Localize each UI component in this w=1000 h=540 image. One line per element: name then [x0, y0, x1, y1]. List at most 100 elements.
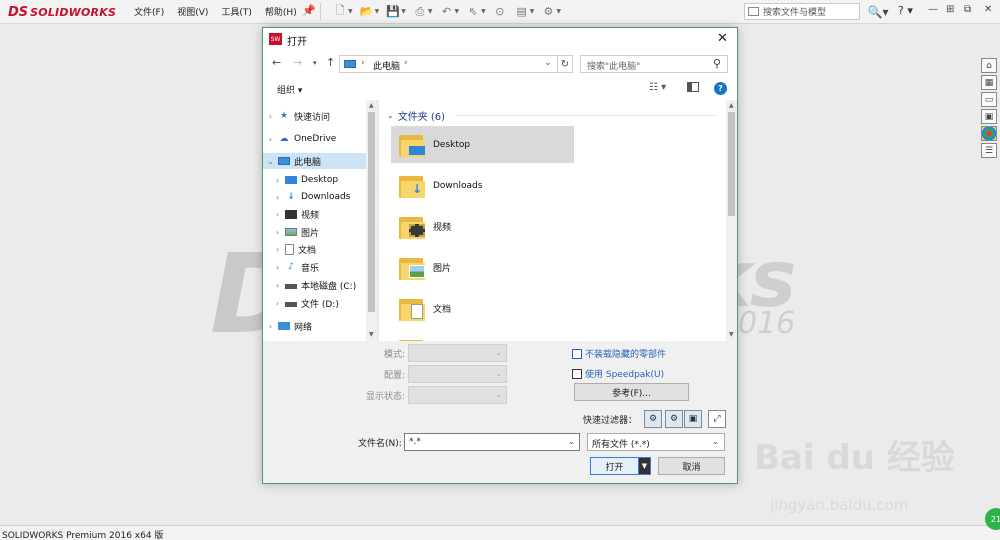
breadcrumb-separator-icon[interactable]: ›: [404, 58, 408, 68]
rebuild-icon[interactable]: ⊙: [490, 3, 510, 20]
appearances-icon[interactable]: [981, 126, 997, 141]
open-folder-icon[interactable]: 📂: [357, 3, 377, 20]
scrollbar-thumb[interactable]: [368, 112, 375, 312]
nav-item-this-pc[interactable]: ⌄ 此电脑: [263, 153, 367, 169]
solidworks-logo[interactable]: DS SOLIDWORKS: [8, 4, 116, 20]
folder-item-partial[interactable]: [391, 331, 574, 341]
menu-help[interactable]: 帮助(H): [265, 5, 297, 18]
scroll-up-icon[interactable]: ▲: [369, 102, 374, 109]
chevron-down-icon[interactable]: ⌄: [712, 437, 719, 446]
chevron-right-icon[interactable]: ›: [273, 245, 282, 254]
save-icon[interactable]: 💾: [383, 3, 403, 20]
chevron-right-icon[interactable]: ›: [266, 112, 275, 121]
chevron-down-icon[interactable]: ▼: [481, 8, 486, 15]
nav-item-onedrive[interactable]: › ☁ OneDrive: [263, 131, 367, 147]
config-select[interactable]: ⌄: [408, 365, 507, 383]
references-button[interactable]: 参考(F)...: [574, 383, 689, 401]
custom-properties-icon[interactable]: ☰: [981, 143, 997, 158]
folder-item-documents[interactable]: 文档: [391, 290, 574, 327]
mode-select[interactable]: ⌄: [408, 344, 507, 362]
chevron-down-icon[interactable]: ⌄: [568, 437, 575, 446]
folder-item-pictures[interactable]: 图片: [391, 249, 574, 286]
scrollbar-thumb[interactable]: [728, 112, 735, 216]
scroll-down-icon[interactable]: ▼: [729, 331, 734, 338]
scroll-down-icon[interactable]: ▼: [369, 331, 374, 338]
close-icon[interactable]: ✕: [984, 4, 992, 15]
nav-item-music[interactable]: › ♪ 音乐: [263, 259, 367, 275]
refresh-icon[interactable]: ↻: [557, 55, 573, 73]
menu-tools[interactable]: 工具(T): [221, 5, 252, 18]
chevron-right-icon[interactable]: ›: [266, 322, 275, 331]
nav-item-desktop[interactable]: › Desktop: [263, 172, 367, 188]
address-bar[interactable]: › 此电脑 › ⌄: [339, 55, 558, 73]
display-state-select[interactable]: ⌄: [408, 386, 507, 404]
tile-icon[interactable]: ⊞: [946, 4, 954, 15]
chevron-down-icon[interactable]: ▼: [638, 458, 650, 474]
nav-item-documents[interactable]: › 文档: [263, 241, 367, 257]
nav-item-network[interactable]: › 网络: [263, 318, 367, 334]
chevron-down-icon[interactable]: ▼: [375, 8, 380, 15]
print-icon[interactable]: ⎙: [410, 3, 430, 20]
nav-item-videos[interactable]: › 视频: [263, 206, 367, 222]
search-icon[interactable]: 🔍▾: [864, 3, 892, 20]
menu-view[interactable]: 视图(V): [177, 5, 208, 18]
chevron-down-icon[interactable]: ▼: [348, 8, 353, 15]
chevron-down-icon[interactable]: ⌄: [266, 157, 275, 166]
chevron-right-icon[interactable]: ›: [273, 176, 282, 185]
nav-item-drive-d[interactable]: › 文件 (D:): [263, 295, 367, 311]
chevron-down-icon[interactable]: ⌄: [387, 111, 394, 120]
options-gear-icon[interactable]: ⚙: [538, 3, 558, 20]
chevron-right-icon[interactable]: ›: [273, 281, 282, 290]
chevron-right-icon[interactable]: ›: [273, 210, 282, 219]
checkbox-box[interactable]: [572, 348, 582, 359]
file-properties-icon[interactable]: ▤: [512, 3, 532, 20]
folder-item-videos[interactable]: 视频: [391, 208, 574, 245]
close-icon[interactable]: ✕: [717, 31, 728, 46]
minimize-icon[interactable]: —: [928, 4, 938, 15]
chevron-down-icon[interactable]: ▼: [455, 8, 460, 15]
folder-item-downloads[interactable]: ↓ Downloads: [391, 167, 574, 204]
home-icon[interactable]: ⌂: [981, 58, 997, 73]
file-explorer-icon[interactable]: ▭: [981, 92, 997, 107]
group-header[interactable]: ⌄ 文件夹 (6): [387, 108, 445, 123]
help-icon[interactable]: ?: [714, 82, 727, 95]
do-not-load-hidden-checkbox[interactable]: 不装载隐藏的零部件: [572, 347, 666, 360]
filename-input[interactable]: *.* ⌄: [404, 433, 580, 451]
notification-badge[interactable]: 21: [985, 508, 1000, 530]
menu-file[interactable]: 文件(F): [134, 5, 164, 18]
back-arrow-icon[interactable]: ←: [272, 56, 281, 69]
chevron-right-icon[interactable]: ›: [273, 263, 282, 272]
select-cursor-icon[interactable]: ⇖: [463, 3, 483, 20]
chevron-down-icon[interactable]: ▼: [428, 8, 433, 15]
nav-item-drive-c[interactable]: › 本地磁盘 (C:): [263, 277, 367, 293]
chevron-down-icon[interactable]: ▼: [556, 8, 561, 15]
search-icon[interactable]: ⚲: [713, 57, 721, 70]
filter-top-level-icon[interactable]: ⤢: [708, 410, 726, 428]
cancel-button[interactable]: 取消: [658, 457, 725, 475]
new-document-icon[interactable]: 🗋: [330, 3, 350, 20]
breadcrumb[interactable]: 此电脑: [373, 59, 400, 72]
help-icon[interactable]: ? ▾: [898, 4, 913, 17]
preview-pane-icon[interactable]: [687, 82, 699, 92]
recent-locations-icon[interactable]: ▾: [313, 59, 317, 67]
nav-scrollbar[interactable]: ▲ ▼: [366, 100, 377, 341]
filter-assemblies-icon[interactable]: ⚙: [665, 410, 683, 428]
search-input[interactable]: 搜索文件与模型: [744, 3, 860, 20]
view-palette-icon[interactable]: ▣: [981, 109, 997, 124]
up-arrow-icon[interactable]: ↑: [326, 56, 335, 69]
chevron-down-icon[interactable]: ▼: [401, 8, 406, 15]
open-button-label[interactable]: 打开: [591, 458, 638, 474]
chevron-down-icon[interactable]: ▼: [530, 8, 535, 15]
chevron-right-icon[interactable]: ›: [273, 228, 282, 237]
checkbox-box[interactable]: [572, 368, 582, 379]
use-speedpak-checkbox[interactable]: 使用 Speedpak(U): [572, 367, 664, 380]
chevron-down-icon[interactable]: ⌄: [544, 58, 552, 68]
pin-menu-icon[interactable]: 📌: [302, 4, 316, 17]
filter-parts-icon[interactable]: ⚙: [644, 410, 662, 428]
undo-icon[interactable]: ↶: [437, 3, 457, 20]
scroll-up-icon[interactable]: ▲: [729, 102, 734, 109]
file-list-scrollbar[interactable]: ▲ ▼: [726, 100, 737, 341]
open-button[interactable]: 打开 ▼: [590, 457, 651, 475]
chevron-right-icon[interactable]: ›: [273, 299, 282, 308]
design-library-icon[interactable]: ▦: [981, 75, 997, 90]
